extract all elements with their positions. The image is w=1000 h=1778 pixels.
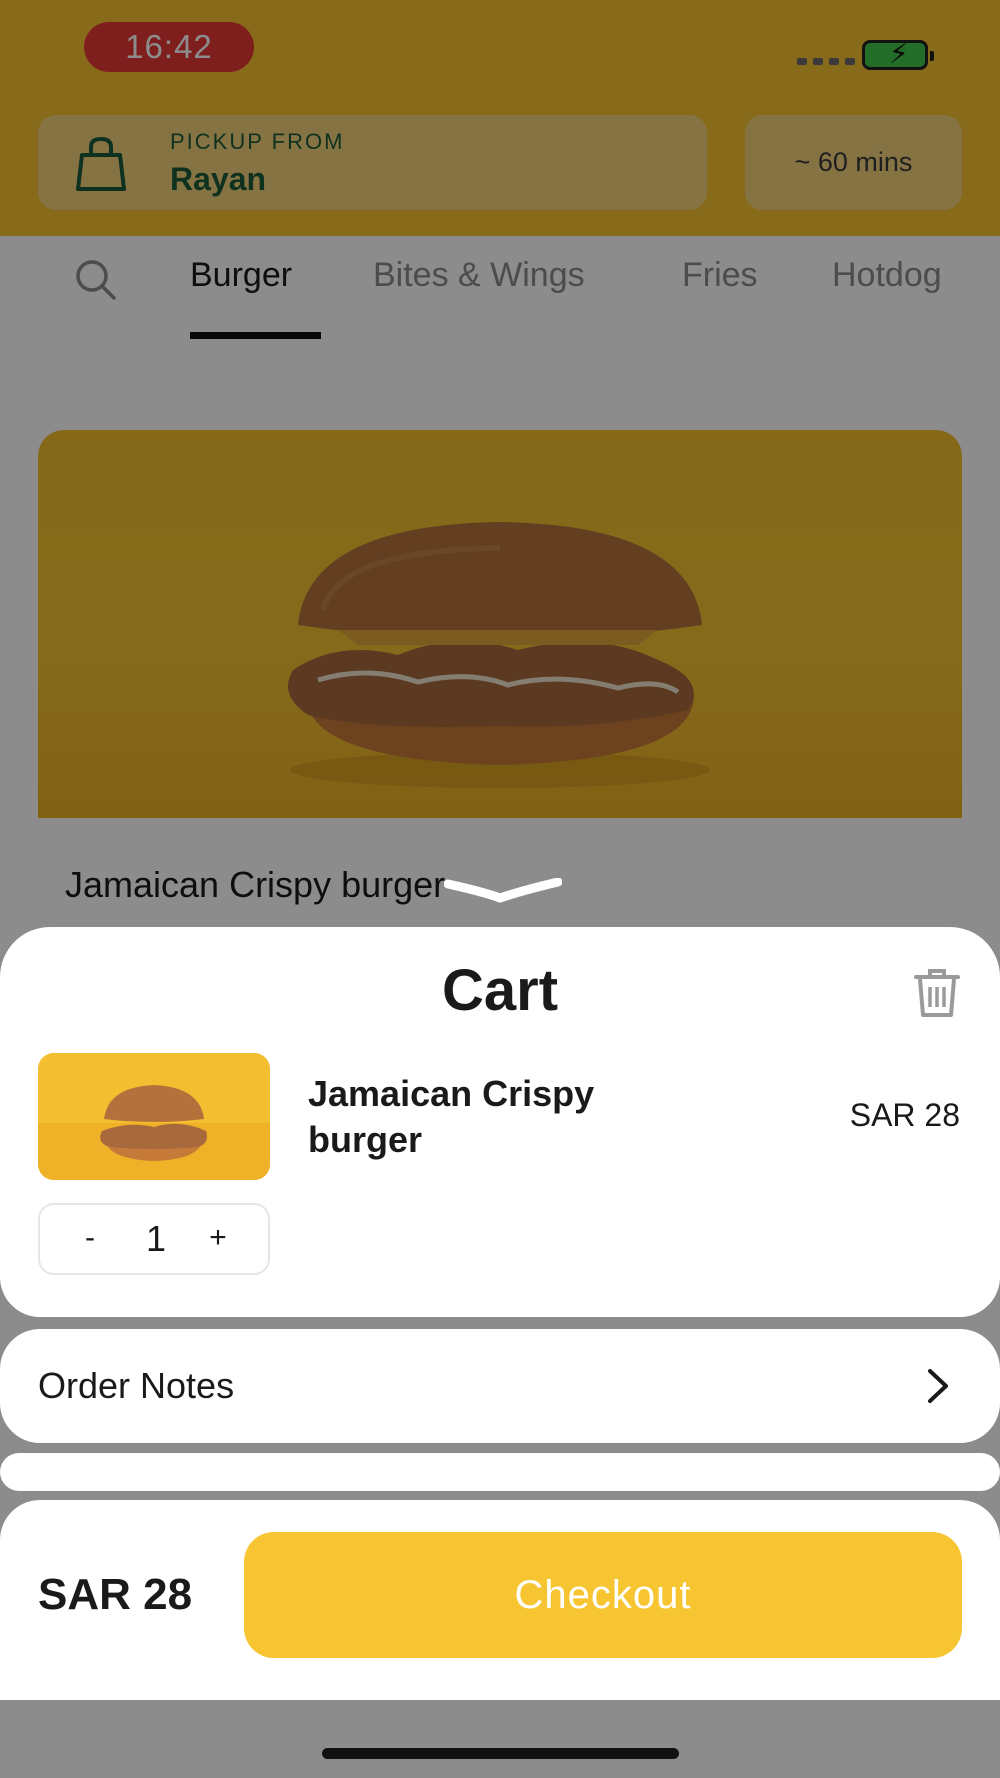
checkout-button[interactable]: Checkout — [244, 1532, 962, 1658]
trash-icon[interactable] — [912, 967, 962, 1019]
increase-quantity-button[interactable]: + — [188, 1205, 248, 1273]
cart-title: Cart — [441, 958, 559, 1023]
cart-item-image — [38, 1053, 270, 1180]
collapsed-section-row[interactable] — [0, 1453, 1000, 1491]
cart-total: SAR 28 — [38, 1570, 193, 1619]
quantity-value: 1 — [145, 1218, 167, 1259]
order-notes-row[interactable]: Order Notes — [0, 1329, 1000, 1443]
cart-sheet: Cart Jamaican Crispy burger SAR 28 - 1 + — [0, 927, 1000, 1317]
cart-item-name: Jamaican Crispy burger — [308, 1073, 595, 1160]
quantity-stepper: - 1 + — [38, 1203, 270, 1275]
sheet-collapse-handle[interactable] — [444, 878, 562, 904]
checkout-bar: SAR 28 Checkout — [0, 1500, 1000, 1700]
order-notes-label: Order Notes — [38, 1365, 235, 1406]
chevron-right-icon — [928, 1369, 948, 1403]
cart-item-price: SAR 28 — [849, 1097, 960, 1133]
decrease-quantity-button[interactable]: - — [60, 1205, 120, 1273]
home-indicator[interactable] — [322, 1748, 679, 1759]
